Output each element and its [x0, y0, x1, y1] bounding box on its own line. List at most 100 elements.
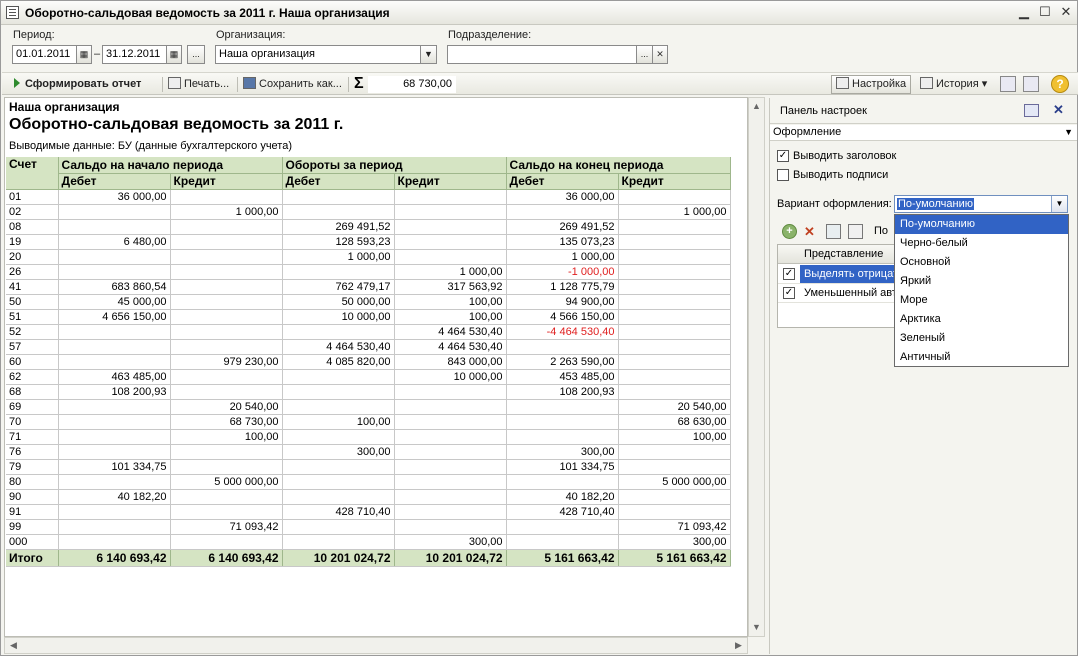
calendar-icon[interactable]: ▦ — [166, 45, 182, 64]
period-label: Период: — [13, 29, 55, 41]
amount-cell: 4 566 150,00 — [506, 309, 619, 325]
chevron-down-icon[interactable]: ▼ — [1051, 196, 1067, 212]
copy-icon[interactable] — [848, 224, 863, 239]
save-as-button[interactable]: Сохранить как... — [243, 76, 342, 93]
amount-cell — [618, 234, 731, 250]
amount-cell — [170, 384, 283, 400]
variant-select[interactable]: По-умолчанию ▼ — [894, 195, 1068, 213]
variant-option[interactable]: Основной — [895, 253, 1068, 272]
clear-icon[interactable]: ✕ — [652, 45, 668, 64]
scroll-right-icon[interactable]: ▶ — [731, 638, 746, 653]
total-cell: 10 201 024,72 — [394, 549, 507, 567]
chevron-down-icon[interactable]: ▼ — [420, 45, 437, 64]
table-row: 71 100,00 100,00 — [6, 429, 731, 445]
amount-cell — [506, 534, 619, 550]
report-horizontal-scrollbar[interactable]: ◀ ▶ — [4, 637, 748, 654]
org-select[interactable]: Наша организация — [215, 45, 437, 64]
amount-cell — [618, 219, 731, 235]
close-icon[interactable]: ✕ — [1059, 5, 1073, 19]
delete-icon[interactable]: ✕ — [804, 224, 819, 239]
scroll-left-icon[interactable]: ◀ — [6, 638, 21, 653]
amount-cell — [618, 249, 731, 265]
amount-cell — [282, 204, 395, 220]
panel-options-icon[interactable] — [1024, 104, 1039, 117]
variant-option[interactable]: По-умолчанию — [895, 215, 1068, 234]
amount-cell: 762 479,17 — [282, 279, 395, 295]
variant-option[interactable]: Яркий — [895, 272, 1068, 291]
account-cell: 69 — [6, 399, 59, 415]
amount-cell: 428 710,40 — [282, 504, 395, 520]
variant-option[interactable]: Черно-белый — [895, 234, 1068, 253]
window-mode-icon[interactable] — [1023, 76, 1039, 92]
amount-cell — [394, 474, 507, 490]
amount-cell: 10 000,00 — [394, 369, 507, 385]
account-cell: 68 — [6, 384, 59, 400]
account-cell: 80 — [6, 474, 59, 490]
panel-toolbar-more[interactable]: По — [874, 225, 888, 237]
amount-cell: 135 073,23 — [506, 234, 619, 250]
option-checkbox[interactable]: ✓ — [783, 287, 795, 299]
variant-option[interactable]: Море — [895, 291, 1068, 310]
close-icon[interactable]: ✕ — [1053, 102, 1064, 118]
amount-cell: 4 656 150,00 — [58, 309, 171, 325]
period-select-button[interactable]: ... — [187, 45, 205, 64]
option-checkbox[interactable]: ✓ — [783, 268, 795, 280]
scroll-up-icon[interactable]: ▲ — [749, 99, 764, 114]
check-all-icon[interactable] — [826, 224, 841, 239]
account-cell: 52 — [6, 324, 59, 340]
main-window: Оборотно-сальдовая ведомость за 2011 г. … — [0, 0, 1078, 656]
add-icon[interactable]: + — [782, 224, 797, 239]
settings-panel: Панель настроек ✕ Оформление ▼ ✓ Выводит… — [769, 98, 1077, 654]
amount-cell — [282, 474, 395, 490]
generate-report-button[interactable]: Сформировать отчет — [14, 76, 141, 93]
amount-cell: 269 491,52 — [506, 219, 619, 235]
table-row: 60 979 230,00 4 085 820,00 843 000,00 2 263 … — [6, 354, 731, 370]
account-cell: 51 — [6, 309, 59, 325]
report-vertical-scrollbar[interactable]: ▲ ▼ — [748, 97, 765, 637]
show-header-checkbox[interactable]: ✓ — [777, 150, 789, 162]
amount-cell: 317 563,92 — [394, 279, 507, 295]
dept-label: Подразделение: — [448, 29, 532, 41]
amount-cell — [58, 249, 171, 265]
amount-cell — [170, 534, 283, 550]
amount-cell — [618, 309, 731, 325]
scroll-down-icon[interactable]: ▼ — [749, 620, 764, 635]
amount-cell — [170, 504, 283, 520]
amount-cell — [618, 444, 731, 460]
export-icon[interactable] — [1000, 76, 1016, 92]
amount-cell — [506, 474, 619, 490]
amount-cell — [506, 204, 619, 220]
settings-button-label[interactable]: Настройка — [836, 76, 906, 93]
variant-option[interactable]: Зеленый — [895, 329, 1068, 348]
amount-cell — [58, 519, 171, 535]
print-button[interactable]: Печать... — [168, 76, 229, 93]
amount-cell — [282, 399, 395, 415]
dept-select-button[interactable]: ... — [636, 45, 653, 64]
table-row: 02 1 000,00 1 000,00 — [6, 204, 731, 220]
amount-cell: 843 000,00 — [394, 354, 507, 370]
minimize-icon[interactable]: ▁ — [1017, 5, 1031, 19]
amount-cell — [506, 339, 619, 355]
table-row: 99 71 093,42 71 093,42 — [6, 519, 731, 535]
variant-option[interactable]: Античный — [895, 348, 1068, 367]
account-cell: 02 — [6, 204, 59, 220]
amount-cell — [394, 234, 507, 250]
variant-option[interactable]: Арктика — [895, 310, 1068, 329]
table-row: 80 5 000 000,00 5 000 000,00 — [6, 474, 731, 490]
section-appearance[interactable]: Оформление ▼ — [770, 125, 1077, 141]
maximize-icon[interactable]: ☐ — [1038, 5, 1052, 19]
help-icon[interactable]: ? — [1051, 75, 1069, 93]
account-cell: 01 — [6, 189, 59, 205]
history-button[interactable]: История ▾ — [920, 76, 987, 93]
dept-field[interactable] — [447, 45, 653, 64]
calendar-icon[interactable]: ▦ — [76, 45, 92, 64]
amount-cell — [58, 534, 171, 550]
show-signatures-checkbox[interactable] — [777, 169, 789, 181]
amount-cell: 36 000,00 — [506, 189, 619, 205]
table-row: 41 683 860,54 762 479,17 317 563,92 1 128 77… — [6, 279, 731, 295]
amount-cell — [618, 279, 731, 295]
amount-cell — [282, 324, 395, 340]
amount-cell — [618, 504, 731, 520]
col-credit: Кредит — [170, 173, 283, 190]
amount-cell: 71 093,42 — [618, 519, 731, 535]
